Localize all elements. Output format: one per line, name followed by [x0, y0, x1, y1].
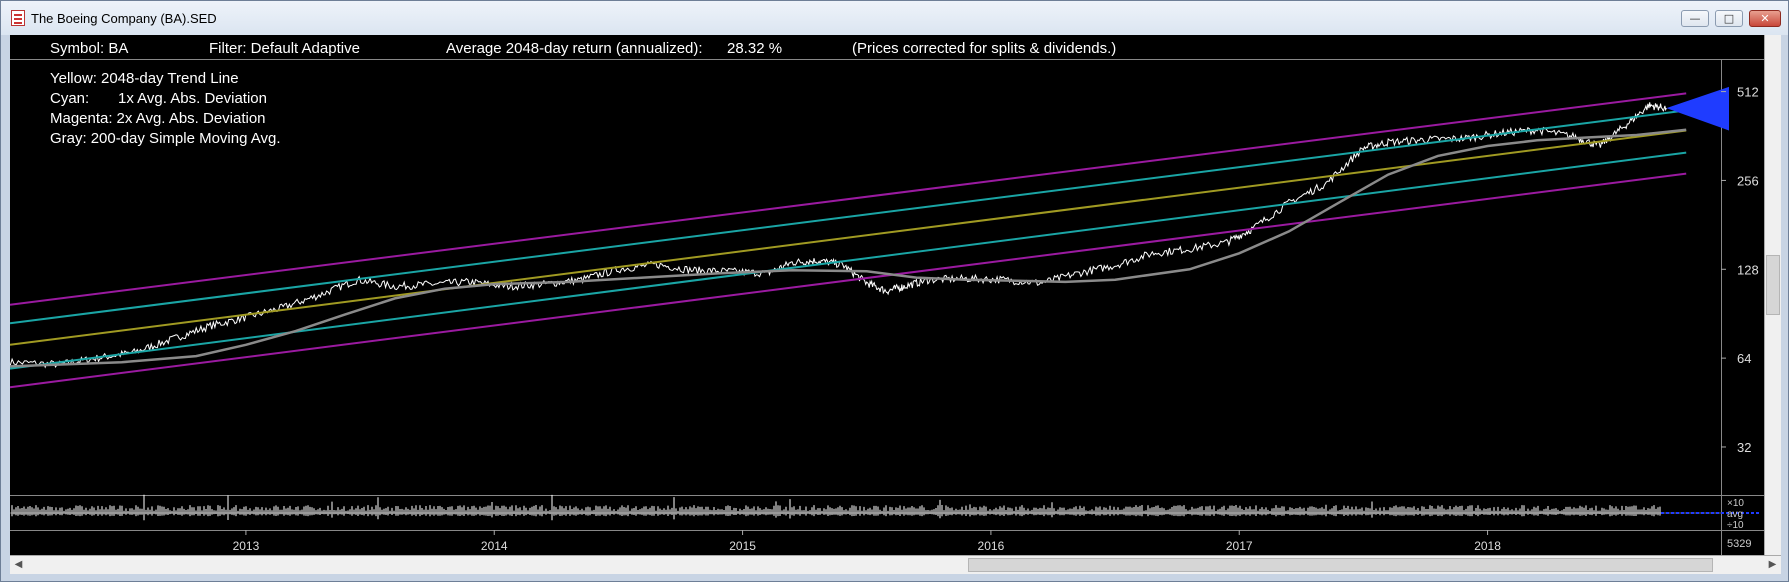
chart-area: Symbol: BA Filter: Default Adaptive Aver…	[9, 35, 1781, 555]
y-tick-label: 32	[1737, 440, 1751, 455]
scroll-right-arrow-icon[interactable]: ▶	[1764, 556, 1781, 574]
y-tick-label: 512	[1737, 85, 1759, 100]
avg-return-value: 28.32 %	[727, 40, 782, 57]
close-button[interactable]: ✕	[1749, 10, 1781, 27]
volume-x10-label: ×10	[1727, 498, 1744, 509]
legend-magenta: Magenta: 2x Avg. Abs. Deviation	[50, 110, 266, 127]
vertical-scroll-thumb[interactable]	[1766, 255, 1780, 315]
symbol-label: Symbol: BA	[50, 40, 128, 57]
scroll-left-arrow-icon[interactable]: ◀	[10, 556, 27, 574]
maximize-button[interactable]: □	[1715, 10, 1743, 27]
horizontal-scrollbar[interactable]: ◀ ▶	[10, 555, 1781, 574]
avg-return-label: Average 2048-day return (annualized):	[446, 40, 703, 57]
y-tick-label: 256	[1737, 173, 1759, 188]
price-chart: Symbol: BA Filter: Default Adaptive Aver…	[9, 35, 1781, 555]
legend-gray: Gray: 200-day Simple Moving Avg.	[50, 130, 281, 147]
legend-cyan-key: Cyan:	[50, 90, 89, 107]
x-tick-label: 2014	[481, 539, 508, 553]
document-icon	[11, 10, 25, 26]
filter-label: Filter: Default Adaptive	[209, 40, 360, 57]
price-note: (Prices corrected for splits & dividends…	[852, 40, 1116, 57]
x-tick-label: 2013	[233, 539, 260, 553]
x-tick-label: 2017	[1226, 539, 1253, 553]
title-bar[interactable]: The Boeing Company (BA).SED — □ ✕	[1, 1, 1788, 35]
volume-div10-label: ÷10	[1727, 520, 1744, 531]
y-tick-label: 64	[1737, 351, 1751, 366]
record-count: 5329	[1727, 538, 1751, 550]
minimize-button[interactable]: —	[1681, 10, 1709, 27]
legend-yellow: Yellow: 2048-day Trend Line	[50, 70, 239, 87]
legend-cyan-text: 1x Avg. Abs. Deviation	[118, 90, 267, 107]
horizontal-scroll-thumb[interactable]	[968, 558, 1713, 572]
x-tick-label: 2015	[729, 539, 756, 553]
x-tick-label: 2018	[1474, 539, 1501, 553]
volume-avg-label: avg	[1727, 509, 1743, 520]
window-title: The Boeing Company (BA).SED	[31, 11, 217, 26]
vertical-scrollbar[interactable]	[1764, 35, 1781, 555]
app-window: The Boeing Company (BA).SED — □ ✕ Symbol…	[0, 0, 1789, 582]
y-tick-label: 128	[1737, 262, 1759, 277]
x-tick-label: 2016	[978, 539, 1005, 553]
